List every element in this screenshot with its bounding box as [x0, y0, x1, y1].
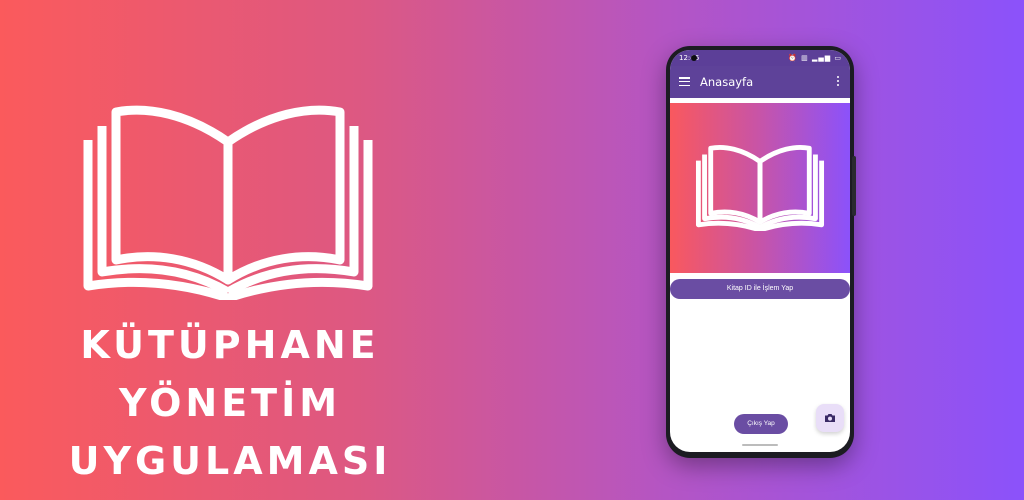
front-camera	[691, 55, 697, 61]
camera-fab-button[interactable]	[816, 404, 844, 432]
status-icons: ⏰ ▥ ▂▄▆ ▭	[788, 54, 842, 62]
gesture-home-bar[interactable]	[742, 444, 778, 446]
book-id-action-button[interactable]: Kitap ID ile İşlem Yap	[670, 279, 850, 299]
logout-button[interactable]: Çıkış Yap	[734, 414, 788, 434]
title-line-2: YÖNETİM	[118, 381, 342, 425]
app-bar: Anasayfa	[670, 66, 850, 98]
promo-banner: KÜTÜPHANE YÖNETİM UYGULAMASI 12:46 ⏰ ▥ ▂…	[0, 0, 1024, 500]
phone-side-button	[852, 156, 856, 216]
status-bar: 12:46 ⏰ ▥ ▂▄▆ ▭	[670, 50, 850, 66]
camera-icon	[825, 414, 835, 422]
phone-mockup: 12:46 ⏰ ▥ ▂▄▆ ▭ Anasayfa Kitap ID ile İş…	[666, 46, 856, 458]
banner-title: KÜTÜPHANE YÖNETİM UYGULAMASI	[0, 316, 460, 490]
title-line-1: KÜTÜPHANE	[80, 323, 380, 367]
hamburger-menu-icon[interactable]	[679, 77, 690, 87]
more-vert-icon[interactable]	[837, 76, 841, 88]
phone-screen: 12:46 ⏰ ▥ ▂▄▆ ▭ Anasayfa Kitap ID ile İş…	[670, 50, 850, 452]
hero-image	[670, 103, 850, 273]
open-book-icon	[83, 105, 373, 300]
app-bar-title: Anasayfa	[700, 75, 754, 89]
open-book-icon	[695, 145, 825, 231]
title-line-3: UYGULAMASI	[68, 439, 392, 483]
